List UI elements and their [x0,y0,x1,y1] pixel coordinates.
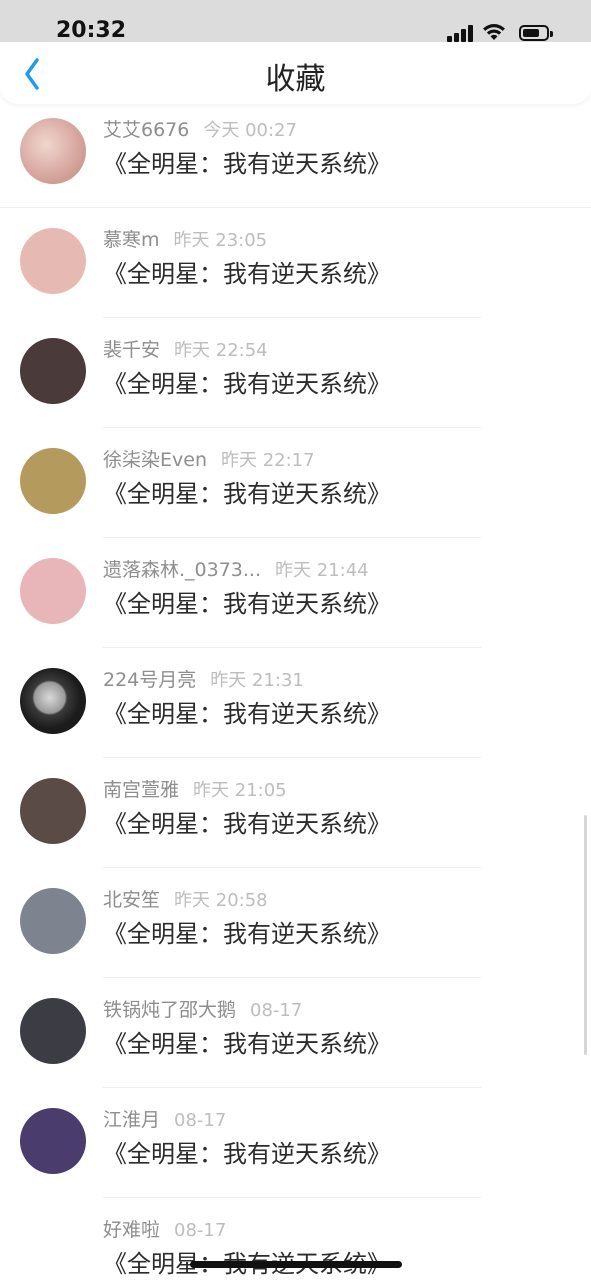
book-title[interactable]: 《全明星：我有逆天系统》 [103,364,391,399]
item-meta: 徐柒染Even 昨天 22:17 [103,445,315,472]
username: 艾艾6676 [103,119,190,141]
avatar[interactable] [20,778,86,844]
avatar[interactable] [20,668,86,734]
nav-bar: 收藏 [0,42,591,104]
avatar[interactable] [20,228,86,294]
item-meta: 遗落森林._0373... 昨天 21:44 [103,555,369,582]
item-meta: 铁锅炖了邵大鹅 08-17 [103,995,302,1022]
timestamp: 08-17 [174,1110,227,1131]
list-item[interactable]: 裴千安 昨天 22:54 《全明星：我有逆天系统》 [0,318,591,428]
book-title[interactable]: 《全明星：我有逆天系统》 [103,584,391,619]
list-item[interactable]: 铁锅炖了邵大鹅 08-17 《全明星：我有逆天系统》 [0,978,591,1088]
item-meta: 北安笙 昨天 20:58 [103,885,268,912]
avatar[interactable] [20,558,86,624]
cellular-signal-icon [447,24,475,42]
timestamp: 昨天 20:58 [174,890,268,911]
item-meta: 裴千安 昨天 22:54 [103,335,268,362]
book-title[interactable]: 《全明星：我有逆天系统》 [103,144,391,179]
username: 徐柒染Even [103,449,207,471]
username: 224号月亮 [103,669,197,691]
timestamp: 昨天 21:05 [193,780,287,801]
timestamp: 今天 00:27 [203,120,297,141]
status-time: 20:32 [56,18,127,43]
book-title[interactable]: 《全明星：我有逆天系统》 [103,694,391,729]
status-icons [433,24,553,44]
book-title[interactable]: 《全明星：我有逆天系统》 [103,1134,391,1169]
username: 好难啦 [103,1219,161,1241]
list-item[interactable]: 慕寒m 昨天 23:05 《全明星：我有逆天系统》 [0,208,591,318]
item-meta: 好难啦 08-17 [103,1215,226,1242]
avatar[interactable] [20,998,86,1064]
timestamp: 昨天 22:17 [220,450,315,471]
timestamp: 昨天 23:05 [173,230,268,251]
battery-icon [519,25,553,41]
timestamp: 08-17 [250,1000,303,1021]
item-meta: 224号月亮 昨天 21:31 [103,665,304,692]
list-item[interactable]: 224号月亮 昨天 21:31 《全明星：我有逆天系统》 [0,648,591,758]
item-meta: 慕寒m 昨天 23:05 [103,225,267,252]
item-meta: 江淮月 08-17 [103,1105,226,1132]
book-title[interactable]: 《全明星：我有逆天系统》 [103,914,391,949]
username: 遗落森林._0373... [103,559,262,581]
username: 铁锅炖了邵大鹅 [103,999,237,1021]
page-title: 收藏 [265,62,326,97]
book-title[interactable]: 《全明星：我有逆天系统》 [103,474,391,509]
avatar[interactable] [20,1108,86,1174]
scrollbar[interactable] [584,815,587,1055]
list-item[interactable]: 江淮月 08-17 《全明星：我有逆天系统》 [0,1088,591,1198]
avatar[interactable] [20,1218,86,1280]
username: 江淮月 [103,1109,161,1131]
timestamp: 08-17 [174,1220,227,1241]
username: 南宫萱雅 [103,779,180,801]
wifi-icon [483,24,505,40]
username: 慕寒m [103,229,160,251]
status-bar: 20:32 [0,0,591,44]
item-meta: 南宫萱雅 昨天 21:05 [103,775,287,802]
book-title[interactable]: 《全明星：我有逆天系统》 [103,804,391,839]
list-item[interactable]: 南宫萱雅 昨天 21:05 《全明星：我有逆天系统》 [0,758,591,868]
list-item[interactable]: 北安笙 昨天 20:58 《全明星：我有逆天系统》 [0,868,591,978]
item-meta: 艾艾6676 今天 00:27 [103,115,297,142]
avatar[interactable] [20,448,86,514]
list-item[interactable]: 艾艾6676 今天 00:27 《全明星：我有逆天系统》 [0,104,591,208]
timestamp: 昨天 21:31 [210,670,304,691]
list-item[interactable]: 遗落森林._0373... 昨天 21:44 《全明星：我有逆天系统》 [0,538,591,648]
favorites-list[interactable]: 艾艾6676 今天 00:27 《全明星：我有逆天系统》 慕寒m 昨天 23:05 《全明… [0,104,591,1280]
list-item[interactable]: 徐柒染Even 昨天 22:17 《全明星：我有逆天系统》 [0,428,591,538]
book-title[interactable]: 《全明星：我有逆天系统》 [103,254,391,289]
username: 裴千安 [103,339,161,361]
home-indicator[interactable] [190,1261,402,1268]
timestamp: 昨天 22:54 [174,340,268,361]
book-title[interactable]: 《全明星：我有逆天系统》 [103,1024,391,1059]
username: 北安笙 [103,889,161,911]
timestamp: 昨天 21:44 [275,560,369,581]
avatar[interactable] [20,888,86,954]
avatar[interactable] [20,338,86,404]
avatar[interactable] [20,118,86,184]
